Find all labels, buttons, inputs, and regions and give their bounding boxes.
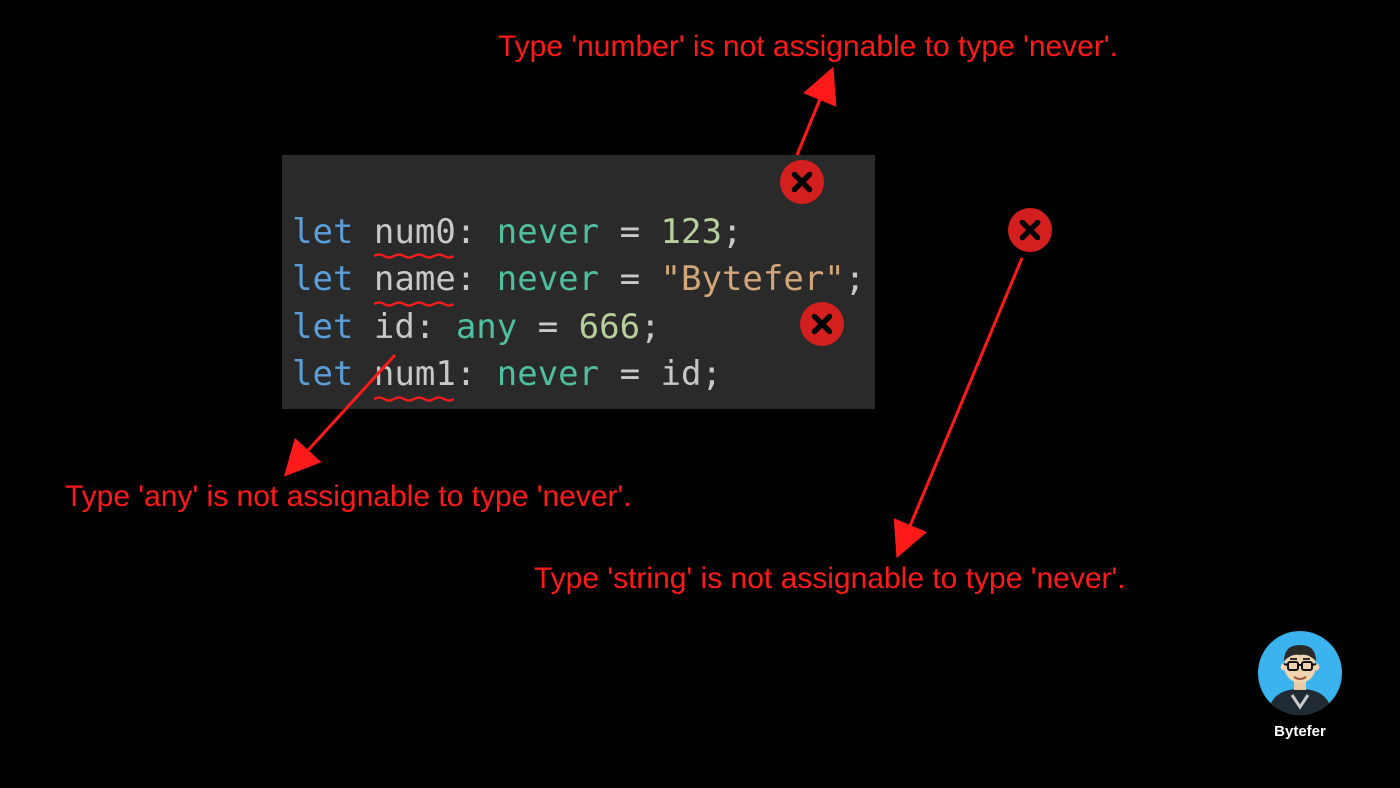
code-punc: = xyxy=(599,259,660,299)
code-punc: ; xyxy=(845,259,865,299)
code-type: never xyxy=(497,259,599,299)
code-punc: = xyxy=(599,212,660,252)
error-cross-icon xyxy=(1008,208,1052,252)
error-cross-icon xyxy=(780,160,824,204)
code-punc: ; xyxy=(640,307,660,347)
error-cross-icon xyxy=(800,302,844,346)
code-number: 123 xyxy=(661,212,722,252)
code-type: any xyxy=(456,307,517,347)
author-name: Bytefer xyxy=(1258,723,1342,740)
code-var-name: name xyxy=(374,256,456,304)
error-message-number: Type 'number' is not assignable to type … xyxy=(498,30,1118,64)
code-var: id xyxy=(374,304,415,352)
code-punc: : xyxy=(456,212,476,252)
author-badge: Bytefer xyxy=(1258,631,1342,740)
error-squiggle-icon xyxy=(374,396,454,402)
code-punc: : xyxy=(456,354,476,394)
code-var-num0: num0 xyxy=(374,209,456,257)
code-string: "Bytefer" xyxy=(661,259,845,299)
code-punc: = xyxy=(599,354,660,394)
error-message-any: Type 'any' is not assignable to type 'ne… xyxy=(65,480,632,514)
code-punc: ; xyxy=(702,354,722,394)
code-punc: ; xyxy=(722,212,742,252)
code-type: never xyxy=(497,354,599,394)
code-keyword: let xyxy=(292,259,353,299)
code-punc: = xyxy=(517,307,578,347)
code-type: never xyxy=(497,212,599,252)
code-keyword: let xyxy=(292,307,353,347)
error-message-string: Type 'string' is not assignable to type … xyxy=(534,562,1126,596)
code-keyword: let xyxy=(292,212,353,252)
code-keyword: let xyxy=(292,354,353,394)
code-punc: : xyxy=(415,307,435,347)
code-var-num1: num1 xyxy=(374,351,456,399)
code-var: id xyxy=(661,351,702,399)
avatar-icon xyxy=(1258,631,1342,715)
code-number: 666 xyxy=(579,307,640,347)
code-punc: : xyxy=(456,259,476,299)
